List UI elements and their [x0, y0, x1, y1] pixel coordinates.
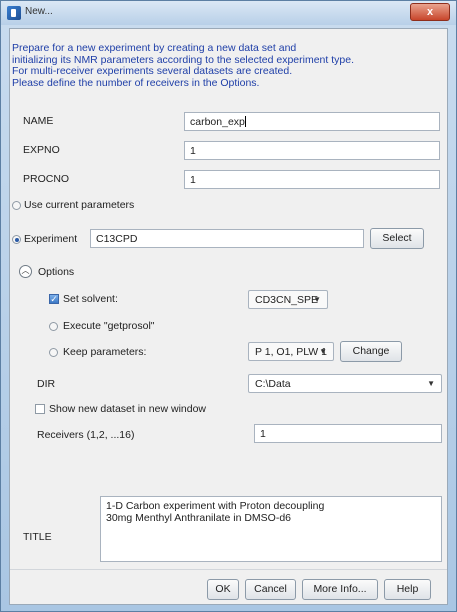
- select-button[interactable]: Select: [370, 228, 424, 249]
- more-info-button[interactable]: More Info...: [302, 579, 378, 600]
- solvent-dropdown[interactable]: CD3CN_SPE ▼: [248, 290, 328, 309]
- dropdown-arrow-icon: ▼: [427, 379, 435, 388]
- intro-line: Please define the number of receivers in…: [12, 76, 260, 89]
- use-current-label: Use current parameters: [24, 199, 135, 211]
- keep-parameters-label: Keep parameters:: [63, 346, 147, 358]
- options-label[interactable]: Options: [38, 266, 74, 278]
- experiment-radio[interactable]: [12, 235, 21, 244]
- title-line: 30mg Menthyl Anthranilate in DMSO-d6: [106, 512, 292, 524]
- show-new-window-label: Show new dataset in new window: [49, 403, 207, 415]
- intro-line: For multi-receiver experiments several d…: [12, 65, 293, 77]
- change-button[interactable]: Change: [340, 341, 402, 362]
- title-bar[interactable]: New... x: [1, 1, 456, 25]
- separator: [10, 569, 447, 570]
- title-textarea[interactable]: 1-D Carbon experiment with Proton decoup…: [100, 496, 442, 562]
- dropdown-arrow-icon: ▼: [319, 347, 327, 356]
- dropdown-arrow-icon: ▼: [313, 295, 321, 304]
- experiment-label: Experiment: [24, 233, 78, 245]
- intro-text: Prepare for a new experiment by creating…: [12, 42, 442, 89]
- help-button[interactable]: Help: [384, 579, 431, 600]
- expno-input[interactable]: 1: [184, 141, 440, 160]
- receivers-input[interactable]: 1: [254, 424, 442, 443]
- chevron-up-icon[interactable]: ︿: [19, 265, 32, 278]
- dialog-body: Prepare for a new experiment by creating…: [9, 28, 448, 605]
- procno-input[interactable]: 1: [184, 170, 440, 189]
- name-value: carbon_exp: [190, 116, 245, 128]
- name-label: NAME: [23, 115, 54, 127]
- app-icon: [7, 6, 21, 20]
- solvent-value: CD3CN_SPE: [255, 294, 319, 306]
- expno-label: EXPNO: [23, 144, 60, 156]
- new-dataset-dialog: New... x Prepare for a new experiment by…: [0, 0, 457, 612]
- set-solvent-checkbox[interactable]: ✓: [49, 294, 59, 304]
- dir-dropdown[interactable]: C:\Data ▼: [248, 374, 442, 393]
- experiment-input[interactable]: C13CPD: [90, 229, 364, 248]
- set-solvent-label: Set solvent:: [63, 293, 118, 305]
- dir-label: DIR: [37, 378, 56, 390]
- execute-getprosol-radio[interactable]: [49, 322, 58, 331]
- keep-parameters-value: P 1, O1, PLW 1: [255, 346, 327, 358]
- cancel-button[interactable]: Cancel: [245, 579, 296, 600]
- close-button[interactable]: x: [410, 3, 450, 21]
- title-line: 1-D Carbon experiment with Proton decoup…: [106, 500, 325, 512]
- procno-label: PROCNO: [23, 173, 70, 185]
- intro-line: Prepare for a new experiment by creating…: [12, 42, 297, 54]
- keep-parameters-dropdown[interactable]: P 1, O1, PLW 1 ▼: [248, 342, 334, 361]
- keep-parameters-radio[interactable]: [49, 348, 58, 357]
- text-caret: [244, 116, 246, 127]
- receivers-label: Receivers (1,2, ...16): [37, 429, 135, 441]
- name-input[interactable]: carbon_exp: [184, 112, 440, 131]
- dir-value: C:\Data: [255, 378, 291, 390]
- ok-button[interactable]: OK: [207, 579, 239, 600]
- use-current-radio[interactable]: [12, 201, 21, 210]
- show-new-window-checkbox[interactable]: [35, 404, 45, 414]
- window-title: New...: [25, 6, 53, 17]
- execute-getprosol-label: Execute "getprosol": [63, 320, 155, 332]
- title-label: TITLE: [23, 531, 52, 543]
